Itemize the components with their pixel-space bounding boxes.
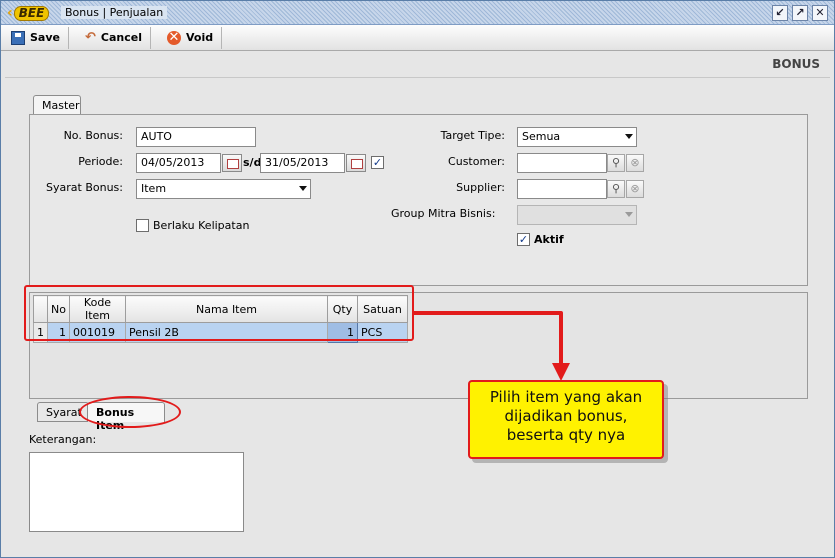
callout-line-3: beserta qty nya [506, 426, 626, 444]
callout-line-2: dijadikan bonus, [504, 407, 628, 425]
no-bonus-field[interactable]: AUTO [136, 127, 256, 147]
clear-icon[interactable]: ⊗ [626, 154, 644, 172]
grid-highlight-box [24, 285, 414, 341]
clear-icon[interactable]: ⊗ [626, 180, 644, 198]
aktif-label: Aktif [534, 233, 564, 246]
undo-arrow-icon: ↶ [84, 30, 96, 45]
keterangan-textarea[interactable] [29, 452, 244, 532]
supplier-field[interactable] [517, 179, 607, 199]
void-button[interactable]: ✕ Void [163, 26, 223, 49]
syarat-bonus-label: Syarat Bonus: [46, 181, 123, 194]
periode-separator: s/d [243, 156, 262, 169]
target-tipe-label: Target Tipe: [440, 129, 505, 142]
keterangan-label: Keterangan: [29, 433, 97, 446]
callout-line-1: Pilih item yang akan [489, 388, 643, 406]
chevron-down-icon [625, 212, 633, 217]
no-bonus-label: No. Bonus: [63, 129, 123, 142]
logo-text: BEE [13, 5, 50, 21]
target-tipe-select[interactable]: Semua [517, 127, 637, 147]
search-icon[interactable]: ⚲ [607, 180, 625, 198]
title-bar: ‹ BEE Bonus | Penjualan ↙ ↗ ✕ [1, 1, 834, 25]
back-chevron-icon[interactable]: ‹ [7, 5, 13, 21]
periode-to-field[interactable]: 31/05/2013 [260, 153, 345, 173]
stop-circle-icon: ✕ [166, 29, 181, 45]
calendar-icon[interactable] [222, 154, 242, 172]
window-title: Bonus | Penjualan [61, 6, 168, 19]
syarat-bonus-select[interactable]: Item [136, 179, 311, 199]
window-controls: ↙ ↗ ✕ [772, 5, 828, 21]
berlaku-kelipatan-checkbox[interactable] [136, 219, 149, 232]
toolbar: Save ↶ Cancel ✕ Void [1, 25, 834, 51]
restore-icon[interactable]: ↙ [772, 5, 788, 21]
tab-master[interactable]: Master [33, 95, 81, 115]
floppy-icon [11, 30, 25, 45]
save-button[interactable]: Save [7, 26, 69, 49]
cancel-button[interactable]: ↶ Cancel [81, 26, 151, 49]
chevron-down-icon [299, 186, 307, 191]
page-heading: BONUS [772, 57, 820, 71]
maximize-icon[interactable]: ↗ [792, 5, 808, 21]
aktif-checkbox[interactable]: ✓ [517, 233, 530, 246]
void-label: Void [185, 31, 214, 44]
calendar-icon[interactable] [346, 154, 366, 172]
periode-checkbox[interactable]: ✓ [371, 156, 384, 169]
syarat-bonus-value: Item [141, 182, 167, 195]
app-window: ‹ BEE Bonus | Penjualan ↙ ↗ ✕ Save ↶ Can… [0, 0, 835, 558]
supplier-label: Supplier: [456, 181, 505, 194]
callout-note: Pilih item yang akan dijadikan bonus, be… [468, 380, 664, 459]
periode-from-field[interactable]: 04/05/2013 [136, 153, 221, 173]
group-mitra-select [517, 205, 637, 225]
customer-field[interactable] [517, 153, 607, 173]
bee-logo: ‹ BEE [7, 5, 50, 21]
chevron-down-icon [625, 134, 633, 139]
cancel-label: Cancel [100, 31, 142, 44]
customer-label: Customer: [448, 155, 505, 168]
tab-highlight-oval [79, 396, 181, 428]
berlaku-kelipatan-label: Berlaku Kelipatan [153, 219, 250, 232]
periode-label: Periode: [78, 155, 123, 168]
search-icon[interactable]: ⚲ [607, 154, 625, 172]
target-tipe-value: Semua [522, 130, 561, 143]
close-icon[interactable]: ✕ [812, 5, 828, 21]
save-label: Save [30, 31, 60, 44]
divider [5, 77, 830, 78]
callout-arrow [414, 311, 570, 381]
group-mitra-label: Group Mitra Bisnis: [391, 207, 496, 220]
